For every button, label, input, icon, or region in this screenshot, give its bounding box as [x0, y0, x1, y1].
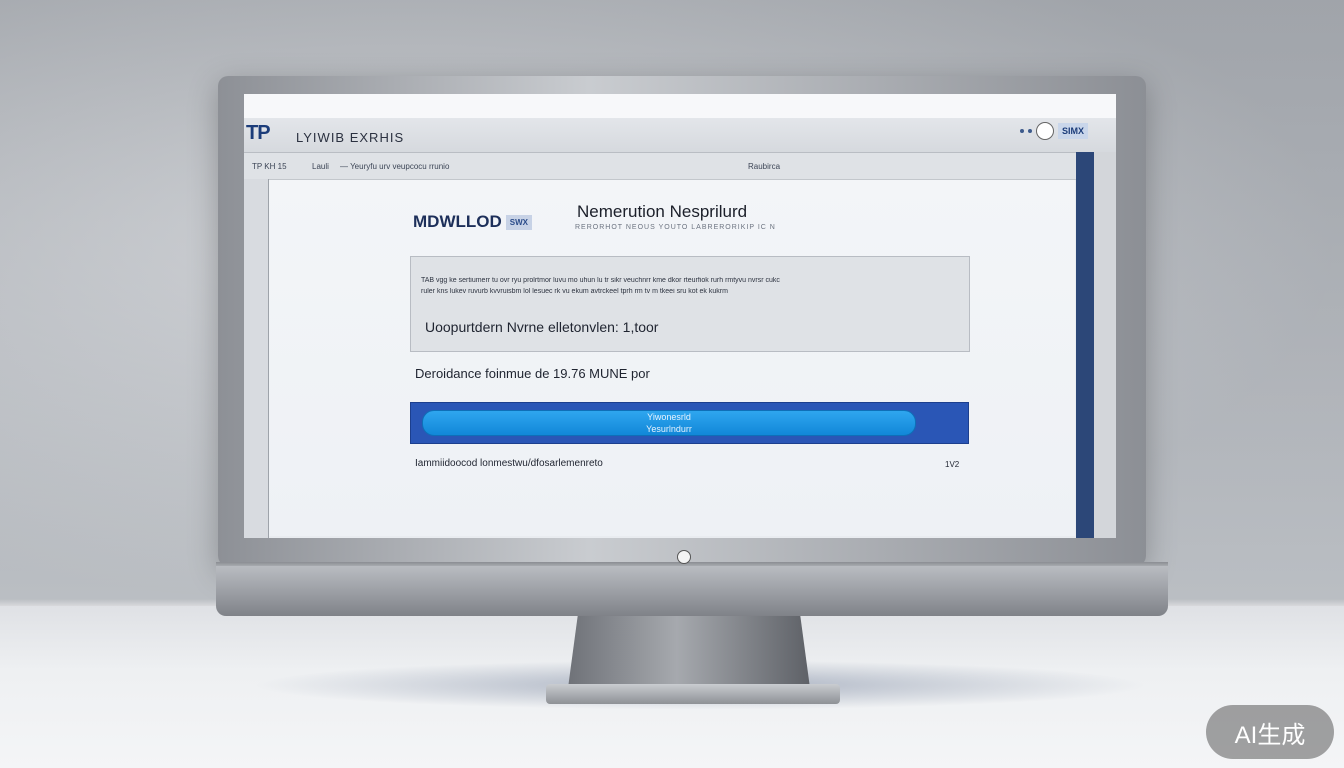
page-subtitle: RERORHOT NEOUS YOUTO LABRERORIKIP IC N: [575, 224, 776, 231]
info-description-line-1: TAB vgg ke sertiumerr tu ovr ryu prolrtm…: [421, 277, 780, 284]
nav-item-home[interactable]: TP KH 15: [252, 162, 287, 171]
status-dot-icon: [1028, 129, 1032, 133]
page-title: Nemerution Nesprilurd: [577, 202, 748, 221]
brand-name: MDWLLOD: [413, 212, 502, 231]
monitor-chin: [216, 566, 1168, 616]
download-panel: MDWLLOD SWX Nemerution Nesprilurd RERORH…: [269, 180, 1075, 536]
brand-tag: SWX: [505, 214, 532, 230]
nav-item-right[interactable]: Raubirca: [748, 162, 780, 171]
download-button-sublabel: Yesurlndurr: [646, 424, 692, 434]
info-description-line-2: ruler kns lukev ruvurb kvvruisbm lol les…: [421, 288, 728, 295]
user-avatar-icon[interactable]: [1036, 122, 1054, 140]
file-size-info: Deroidance foinmue de 19.76 MUNE por: [415, 366, 650, 381]
notification-dot-icon: [1020, 129, 1024, 133]
window-top-strip: [244, 94, 1116, 118]
scrollbar-track[interactable]: [1076, 152, 1094, 538]
monitor-stand: [568, 616, 810, 688]
app-title: LYIWIB EXRHIS: [296, 130, 405, 145]
app-logo[interactable]: TP: [246, 122, 271, 145]
power-led-icon: [677, 550, 691, 564]
info-box: TAB vgg ke sertiumerr tu ovr ryu prolrtm…: [410, 256, 970, 352]
download-bar: Yiwonesrld Yesurlndurr: [410, 402, 969, 444]
ai-generated-watermark: AI生成: [1206, 705, 1334, 759]
download-button-label: Yiwonesrld: [647, 412, 691, 422]
monitor-stand-base: [546, 684, 840, 704]
app-header: TP LYIWIB EXRHIS SIMX: [244, 118, 1116, 153]
download-button[interactable]: Yiwonesrld Yesurlndurr: [422, 410, 916, 436]
nav-bar: TP KH 15 Lauli — Yeuryfu urv veupcocu rr…: [244, 153, 1116, 180]
nav-item-link[interactable]: Lauli: [312, 162, 329, 171]
footer-version: 1V2: [945, 460, 960, 469]
version-info: Uoopurtdern Nvrne elletonvlen: 1,toor: [425, 319, 659, 335]
header-icons: SIMX: [1020, 122, 1088, 140]
brand: MDWLLOD SWX: [413, 212, 532, 232]
terms-link[interactable]: Iammiidoocod lonmestwu/dfosarlemenreto: [415, 458, 603, 469]
screen: TP LYIWIB EXRHIS SIMX TP KH 15 Lauli — Y…: [244, 94, 1116, 538]
header-badge[interactable]: SIMX: [1058, 123, 1088, 139]
nav-item-path[interactable]: — Yeuryfu urv veupcocu rrunio: [340, 162, 449, 171]
right-gutter: [1094, 152, 1116, 538]
left-sidebar: [244, 179, 269, 538]
